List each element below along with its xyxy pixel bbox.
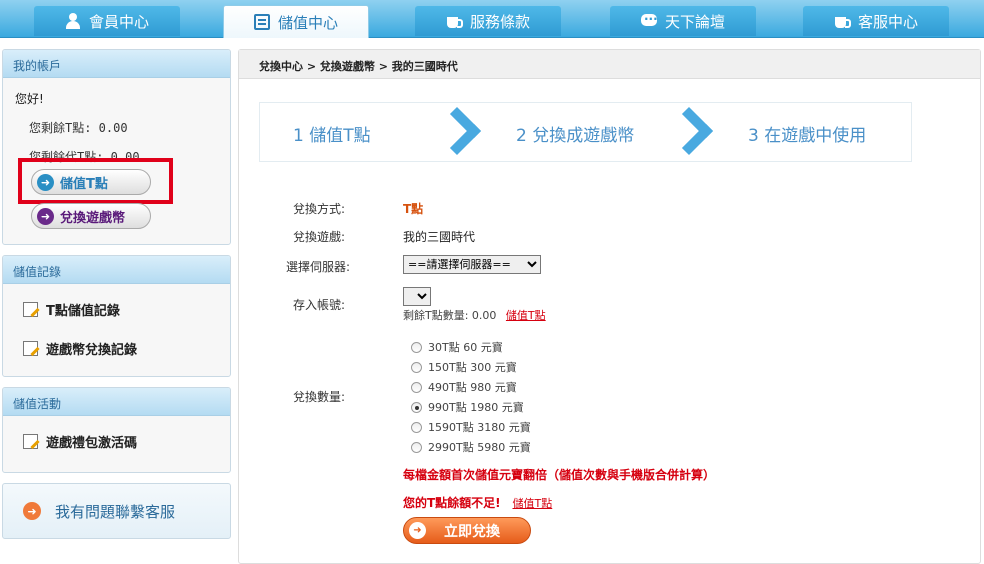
option-label: 30T點 60 元寶: [428, 341, 503, 354]
note-icon: [23, 341, 38, 356]
step-3: 3 在遊戲中使用: [748, 126, 867, 146]
tab-terms[interactable]: 服務條款: [415, 6, 561, 36]
game-value: 我的三國時代: [403, 230, 476, 244]
remaining-t-points: 剩餘T點數量: 0.00 儲值T點: [403, 307, 546, 323]
arrow-right-icon: ➜: [409, 522, 426, 539]
radio-button[interactable]: [411, 441, 422, 453]
step-2: 2 兌換成遊戲幣: [516, 126, 635, 146]
promo-text: 每檔金額首次儲值元寶翻倍（儲值次數與手機版合併計算）: [403, 468, 716, 482]
sidebar: 我的帳戶 您好! 您剩餘T點: 0.00 您剩餘代T點: 0.00 ➜ 儲值T點…: [2, 49, 231, 539]
sidebar-item-label: 遊戲禮包激活碼: [46, 436, 138, 451]
cup-icon: [834, 13, 851, 29]
topup-link[interactable]: 儲值T點: [506, 309, 546, 322]
radio-button[interactable]: [411, 421, 422, 433]
option-label: 990T點 1980 元寶: [428, 401, 524, 414]
sidebar-item-label: 遊戲幣兌換記錄: [46, 343, 138, 358]
tab-label: 服務條款: [469, 12, 530, 31]
button-label: 兌換遊戲幣: [60, 210, 126, 226]
note-icon: [23, 434, 38, 449]
steps-bar: 1 儲值T點 2 兌換成遊戲幣 3 在遊戲中使用: [259, 102, 912, 162]
account-panel: 我的帳戶 您好! 您剩餘T點: 0.00 您剩餘代T點: 0.00 ➜ 儲值T點…: [2, 49, 231, 245]
step-1: 1 儲值T點: [293, 126, 371, 146]
topup-t-points-button[interactable]: ➜ 儲值T點: [31, 169, 151, 195]
amount-option[interactable]: 30T點 60 元寶: [411, 339, 503, 355]
method-label: 兌換方式:: [293, 202, 346, 216]
cup-icon: [446, 13, 463, 29]
account-select[interactable]: [403, 287, 431, 306]
exchange-coins-button[interactable]: ➜ 兌換遊戲幣: [31, 203, 151, 229]
radio-button-selected[interactable]: [411, 401, 422, 413]
events-panel: 儲值活動 遊戲禮包激活碼: [2, 387, 231, 473]
amount-option[interactable]: 490T點 980 元寶: [411, 379, 517, 395]
tab-support[interactable]: 客服中心: [803, 6, 949, 36]
insufficient-notice: 您的T點餘額不足! 儲值T點: [403, 494, 552, 511]
radio-button[interactable]: [411, 381, 422, 393]
option-label: 1590T點 3180 元寶: [428, 421, 531, 434]
chevron-right-icon: [670, 109, 712, 157]
user-icon: [65, 13, 81, 29]
account-label: 存入帳號:: [293, 298, 346, 312]
exchange-now-button[interactable]: ➜ 立即兌換: [403, 517, 531, 544]
insufficient-text: 您的T點餘額不足!: [403, 496, 501, 510]
radio-button[interactable]: [411, 361, 422, 373]
server-select[interactable]: ==請選擇伺服器==: [403, 255, 541, 274]
help-label: 我有問題聯繫客服: [55, 502, 176, 521]
contact-support-button[interactable]: ➜ 我有問題聯繫客服: [2, 483, 231, 539]
main-content: 兌換中心 > 兌換遊戲幣 > 我的三國時代 1 儲值T點 2 兌換成遊戲幣 3 …: [238, 49, 981, 564]
records-panel: 儲值記錄 T點儲值記錄 遊戲幣兌換記錄: [2, 255, 231, 377]
game-label: 兌換遊戲:: [293, 230, 346, 244]
chevron-right-icon: [438, 109, 480, 157]
tab-label: 儲值中心: [277, 13, 338, 32]
sidebar-item-label: T點儲值記錄: [46, 304, 120, 319]
topup-link[interactable]: 儲值T點: [513, 497, 553, 510]
sidebar-item-gift-code[interactable]: 遊戲禮包激活碼: [15, 422, 218, 461]
button-label: 立即兌換: [444, 523, 500, 540]
button-label: 儲值T點: [60, 176, 108, 192]
amount-option[interactable]: 990T點 1980 元寶: [411, 399, 524, 415]
greeting: 您好!: [15, 92, 44, 106]
panel-title: 儲值記錄: [3, 256, 230, 284]
amount-option[interactable]: 2990T點 5980 元寶: [411, 439, 531, 455]
panel-title: 儲值活動: [3, 388, 230, 416]
tab-label: 天下論壇: [664, 12, 725, 31]
server-label: 選擇伺服器:: [286, 260, 351, 274]
tab-topup-center[interactable]: 儲值中心: [223, 5, 369, 38]
method-value: T點: [403, 202, 424, 216]
tab-member-center[interactable]: 會員中心: [34, 6, 180, 36]
t-point-balance: 您剩餘T點: 0.00: [29, 121, 128, 135]
amount-label: 兌換數量:: [293, 390, 346, 404]
tab-forum[interactable]: 天下論壇: [610, 6, 756, 36]
breadcrumb: 兌換中心 > 兌換遊戲幣 > 我的三國時代: [239, 50, 980, 79]
chat-icon: [640, 9, 658, 29]
arrow-right-icon: ➜: [37, 174, 54, 191]
option-label: 490T點 980 元寶: [428, 381, 517, 394]
tab-label: 客服中心: [857, 12, 918, 31]
tab-label: 會員中心: [88, 12, 149, 31]
sidebar-item-t-topup-record[interactable]: T點儲值記錄: [15, 290, 218, 329]
amount-option[interactable]: 1590T點 3180 元寶: [411, 419, 531, 435]
arrow-right-icon: ➜: [37, 208, 54, 225]
radio-button[interactable]: [411, 341, 422, 353]
top-navigation: 會員中心 儲值中心 服務條款 天下論壇 客服中心: [0, 0, 984, 38]
card-icon: [253, 14, 270, 30]
remaining-text: 剩餘T點數量: 0.00: [403, 309, 497, 322]
option-label: 2990T點 5980 元寶: [428, 441, 531, 454]
amount-option[interactable]: 150T點 300 元寶: [411, 359, 517, 375]
panel-title: 我的帳戶: [3, 50, 230, 78]
sidebar-item-coin-exchange-record[interactable]: 遊戲幣兌換記錄: [15, 329, 218, 368]
note-icon: [23, 302, 38, 317]
option-label: 150T點 300 元寶: [428, 361, 517, 374]
arrow-right-icon: ➜: [23, 502, 41, 520]
